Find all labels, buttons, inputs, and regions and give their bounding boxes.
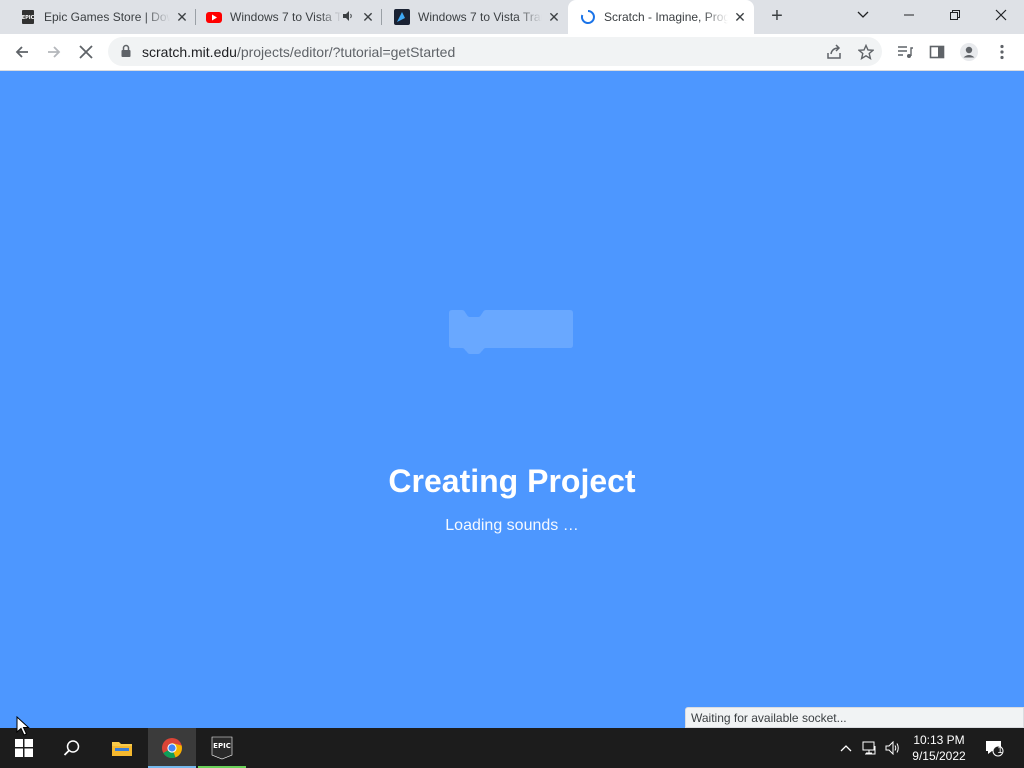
status-bubble: Waiting for available socket... [685,707,1024,728]
share-button[interactable] [820,38,848,66]
close-icon [995,9,1007,21]
tab-youtube[interactable]: Windows 7 to Vista Transformation ✕ [196,0,382,34]
arrow-right-icon [48,46,61,58]
search-icon [63,740,80,756]
network-icon[interactable] [862,740,878,756]
new-tab-button[interactable]: + [764,5,790,29]
loading-spinner-icon [580,9,596,25]
close-icon[interactable]: ✕ [360,9,376,25]
stop-icon [79,45,93,59]
close-window-button[interactable] [978,0,1024,30]
chrome-icon [162,738,182,759]
speaker-icon[interactable] [342,10,354,25]
tab-strip: EPIC Epic Games Store | Download & Play … [0,0,1024,34]
clock[interactable]: 10:13 PM 9/15/2022 [902,732,976,764]
close-icon[interactable]: ✕ [546,9,562,25]
tab-title: Scratch - Imagine, Program, Share [604,10,728,24]
minimize-button[interactable] [886,0,932,30]
clock-time: 10:13 PM [913,733,965,747]
url-text: scratch.mit.edu/projects/editor/?tutoria… [142,44,455,60]
address-bar[interactable]: scratch.mit.edu/projects/editor/?tutoria… [108,37,882,66]
close-icon[interactable]: ✕ [174,9,190,25]
tab-title: Windows 7 to Vista Transformation [418,10,542,24]
restore-icon [950,10,960,20]
minimize-icon [904,14,914,16]
arrow-left-icon [15,46,28,58]
bookmark-button[interactable] [852,38,880,66]
epic-games-taskbar-button[interactable]: EPIC [198,728,246,768]
tab-search-button[interactable] [840,0,886,30]
taskbar: EPIC 10:13 PM 9/15/2022 1 [0,728,1024,768]
file-explorer-button[interactable] [98,728,146,768]
tab-title: Windows 7 to Vista Transformation [230,10,342,24]
epic-games-icon: EPIC [211,736,233,760]
scratch-block-loader-icon [449,310,573,354]
page-viewport: Creating Project Loading sounds … [0,71,1024,728]
windows-logo-icon [15,739,33,757]
stop-button[interactable] [72,38,100,66]
svg-text:EPIC: EPIC [213,742,231,750]
media-control-button[interactable] [891,38,919,66]
notification-count: 1 [997,745,1003,755]
svg-text:EPIC: EPIC [22,15,35,21]
chrome-taskbar-button[interactable] [148,728,196,768]
url-path: /projects/editor/?tutorial=getStarted [236,44,456,60]
close-icon[interactable]: ✕ [732,9,748,25]
profile-button[interactable] [955,38,983,66]
tab-title: Epic Games Store | Download & Play PC Ga… [44,10,170,24]
site-logo-icon [394,9,410,25]
menu-button[interactable] [988,38,1016,66]
action-center-button[interactable]: 1 [984,738,1004,758]
youtube-icon [206,9,222,25]
volume-icon[interactable] [885,740,901,756]
star-icon [858,44,874,60]
side-panel-button[interactable] [923,38,951,66]
page-title: Creating Project [388,463,636,499]
back-button[interactable] [8,38,36,66]
playlist-icon [898,46,913,58]
restore-button[interactable] [932,0,978,30]
kebab-menu-icon [1000,44,1004,60]
clock-date: 9/15/2022 [912,749,966,763]
folder-icon [112,742,132,756]
avatar-icon [960,43,978,61]
lock-icon[interactable] [120,44,132,58]
url-host: scratch.mit.edu [142,44,237,60]
tab-vista-site[interactable]: Windows 7 to Vista Transformation ✕ [382,0,568,34]
side-panel-icon [929,45,945,59]
forward-button[interactable] [40,38,68,66]
epic-games-icon: EPIC [20,9,36,25]
share-icon [827,44,841,59]
chevron-up-icon[interactable] [838,740,854,756]
tab-scratch[interactable]: Scratch - Imagine, Program, Share ✕ [568,0,754,34]
tab-epic-games[interactable]: EPIC Epic Games Store | Download & Play … [0,0,196,34]
search-button[interactable] [48,728,96,768]
loading-status-text: Loading sounds … [445,517,579,534]
chevron-down-icon [857,11,869,18]
mouse-cursor-icon [16,716,30,736]
browser-toolbar: scratch.mit.edu/projects/editor/?tutoria… [0,34,1024,71]
